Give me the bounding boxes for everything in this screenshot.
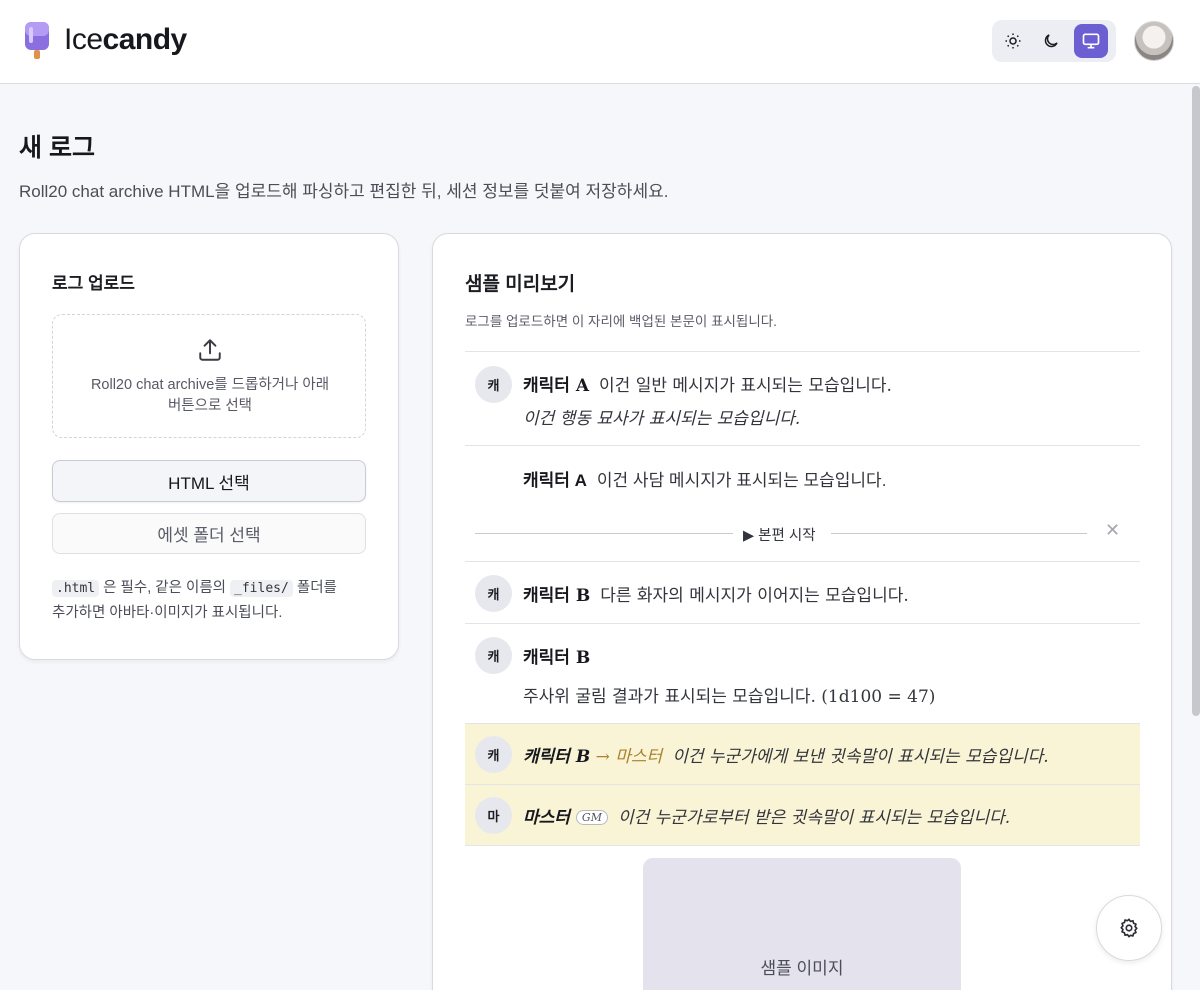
- speaker-name-line: 캐릭터 B: [523, 643, 600, 668]
- sample-image-label: 샘플 이미지: [760, 959, 844, 978]
- message-row: 캐 캐릭터 B 주사위 굴림 결과가 표시되는 모습입니다. (1d100 = …: [465, 623, 1140, 723]
- upload-icon: [199, 339, 221, 361]
- sample-image: 샘플 이미지: [643, 858, 961, 990]
- upload-note: .html 은 필수, 같은 이름의 _files/ 폴더를 추가하면 아바타·…: [52, 580, 337, 621]
- message-text: 이건 누군가로부터 받은 귓속말이 표시되는 모습입니다.: [617, 808, 1011, 828]
- preview-description: 로그를 업로드하면 이 자리에 백업된 본문이 표시됩니다.: [465, 314, 777, 329]
- avatar: 캐: [475, 366, 512, 403]
- settings-button[interactable]: [1096, 895, 1162, 961]
- message-text: 다른 화자의 메시지가 이어지는 모습입니다.: [600, 586, 909, 606]
- system-theme-button[interactable]: [1074, 24, 1108, 58]
- whisper-received-row: 마 마스터 GM 이건 누군가로부터 받은 귓속말이 표시되는 모습입니다.: [465, 784, 1140, 846]
- speaker-name: 마스터: [523, 808, 570, 828]
- message-text: 이건 일반 메시지가 표시되는 모습입니다.: [599, 376, 892, 396]
- app-name: Icecandy: [64, 23, 187, 56]
- avatar: 캐: [475, 575, 512, 612]
- sun-icon: [1005, 33, 1021, 49]
- dice-roll-text: 주사위 굴림 결과가 표시되는 모습입니다. (1d100 = 47): [523, 687, 936, 707]
- message-row: 캐릭터 A 이건 사담 메시지가 표시되는 모습입니다.: [465, 445, 1140, 505]
- whisper-target: 마스터: [615, 747, 663, 767]
- message-list: 캐 캐릭터 A 이건 일반 메시지가 표시되는 모습입니다. 이건 행동 묘사가 …: [465, 351, 1140, 846]
- user-avatar[interactable]: [1134, 21, 1174, 61]
- gm-badge: GM: [575, 810, 608, 825]
- preview-title: 샘플 미리보기: [465, 274, 576, 295]
- message-text: 이건 사담 메시지가 표시되는 모습입니다.: [596, 471, 887, 490]
- divider-line: [475, 533, 733, 534]
- select-asset-folder-button[interactable]: 에셋 폴더 선택: [52, 513, 366, 554]
- whisper-arrow: →: [595, 747, 610, 767]
- message-body: 마스터 GM 이건 누군가로부터 받은 귓속말이 표시되는 모습입니다.: [523, 803, 1010, 828]
- upload-title: 로그 업로드: [52, 274, 135, 293]
- dark-theme-button[interactable]: [1034, 24, 1068, 58]
- app-logo[interactable]: Icecandy: [22, 20, 187, 60]
- message-body: 캐릭터 A 이건 일반 메시지가 표시되는 모습입니다.: [523, 371, 892, 396]
- speaker-name: 캐릭터 B: [523, 648, 591, 668]
- popsicle-icon: [25, 22, 49, 59]
- avatar: 마: [475, 797, 512, 834]
- upload-card: 로그 업로드 Roll20 chat archive를 드롭하거나 아래 버튼으…: [19, 233, 399, 660]
- message-row: 캐 캐릭터 A 이건 일반 메시지가 표시되는 모습입니다. 이건 행동 묘사가 …: [465, 351, 1140, 445]
- avatar: 캐: [475, 736, 512, 773]
- message-body: 캐릭터 A 이건 사담 메시지가 표시되는 모습입니다.: [523, 466, 886, 491]
- message-row: 캐 캐릭터 B 다른 화자의 메시지가 이어지는 모습입니다.: [465, 561, 1140, 623]
- divider-line: [831, 533, 1087, 534]
- theme-switcher: [992, 20, 1116, 62]
- speaker-name: 캐릭터 B: [523, 747, 591, 767]
- action-text: 이건 행동 묘사가 표시되는 모습입니다.: [523, 409, 801, 429]
- message-text: 이건 누군가에게 보낸 귓속말이 표시되는 모습입니다.: [672, 747, 1049, 767]
- speaker-name: 캐릭터 B: [523, 586, 591, 606]
- top-bar: Icecandy: [0, 0, 1200, 84]
- gear-icon: [1120, 918, 1138, 938]
- moon-icon: [1044, 34, 1058, 48]
- page-description: Roll20 chat archive HTML을 업로드해 파싱하고 편집한 …: [19, 182, 669, 201]
- light-theme-button[interactable]: [996, 24, 1030, 58]
- close-icon[interactable]: ✕: [1105, 520, 1120, 541]
- dropzone-text: Roll20 chat archive를 드롭하거나 아래 버튼으로 선택: [90, 377, 330, 414]
- file-dropzone[interactable]: Roll20 chat archive를 드롭하거나 아래 버튼으로 선택: [52, 314, 366, 438]
- whisper-sent-row: 캐 캐릭터 B → 마스터 이건 누군가에게 보낸 귓속말이 표시되는 모습입니다…: [465, 723, 1140, 784]
- avatar: 캐: [475, 637, 512, 674]
- divider-label: ▶ 본편 시작: [743, 528, 816, 544]
- sample-preview-card: 샘플 미리보기 로그를 업로드하면 이 자리에 백업된 본문이 표시됩니다. 캐…: [432, 233, 1172, 990]
- message-body: 캐릭터 B → 마스터 이건 누군가에게 보낸 귓속말이 표시되는 모습입니다.: [523, 742, 1049, 767]
- monitor-icon: [1082, 33, 1100, 49]
- speaker-name: 캐릭터 A: [523, 376, 590, 396]
- message-body: 캐릭터 B 다른 화자의 메시지가 이어지는 모습입니다.: [523, 581, 909, 606]
- page-title: 새 로그: [19, 134, 95, 162]
- speaker-name: 캐릭터 A: [523, 471, 587, 490]
- select-html-button[interactable]: HTML 선택: [52, 460, 366, 502]
- scene-divider: ▶ 본편 시작 ✕: [465, 505, 1140, 561]
- page-scrollbar[interactable]: [1192, 86, 1200, 716]
